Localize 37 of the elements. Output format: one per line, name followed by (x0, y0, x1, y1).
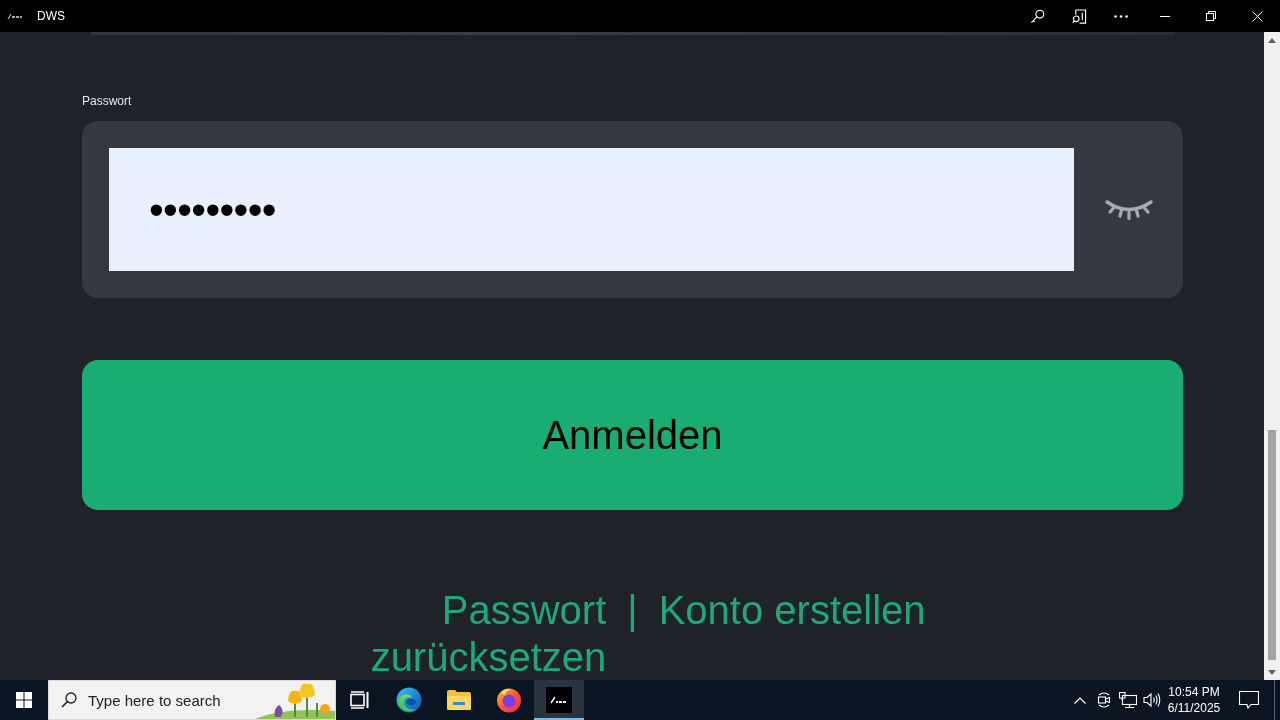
fox-globe-icon (496, 687, 522, 713)
chevron-up-icon[interactable] (1074, 696, 1086, 704)
link-separator: | (627, 587, 638, 634)
scrollbar-thumb[interactable] (1268, 430, 1276, 660)
window-search-icon[interactable] (1071, 8, 1087, 24)
scrollbar-track[interactable] (1264, 32, 1280, 680)
clock-date: 6/11/2025 (1167, 700, 1221, 716)
app-logo-icon (7, 12, 23, 20)
reset-password-link[interactable]: Passwort zurücksetzen (361, 587, 607, 680)
restore-icon[interactable] (1206, 11, 1216, 21)
windows-logo-icon[interactable] (16, 692, 32, 708)
network-icon[interactable] (1119, 692, 1137, 708)
down-arrow-icon[interactable] (1268, 669, 1276, 675)
speaker-icon[interactable] (1143, 692, 1161, 708)
login-button[interactable]: Anmelden (82, 360, 1183, 510)
camera-icon[interactable] (1097, 692, 1111, 708)
password-field[interactable]: ••••••••• (109, 148, 1074, 271)
minimize-icon[interactable] (1160, 15, 1170, 17)
wave-circle-icon (396, 687, 422, 713)
closed-eye-icon[interactable] (1104, 197, 1154, 222)
close-icon[interactable] (1251, 10, 1263, 22)
window-title: DWS (37, 9, 65, 23)
more-icon[interactable] (1114, 14, 1128, 18)
search-icon (61, 692, 77, 708)
create-account-link[interactable]: Konto erstellen (658, 587, 926, 634)
taskbar-app-button[interactable] (534, 680, 584, 720)
search-field[interactable]: Type here to search (48, 680, 336, 720)
input-field[interactable] (90, 32, 1175, 35)
app-logo-icon (546, 687, 572, 713)
key-icon[interactable] (1029, 8, 1045, 24)
clock-time: 10:54 PM (1168, 684, 1220, 700)
task-view-icon (350, 691, 370, 709)
notification-icon[interactable] (1239, 691, 1259, 709)
folder-icon (446, 689, 472, 711)
up-arrow-icon[interactable] (1268, 37, 1276, 43)
flowers-icon (255, 681, 335, 719)
field-label: Passwort (82, 94, 132, 108)
